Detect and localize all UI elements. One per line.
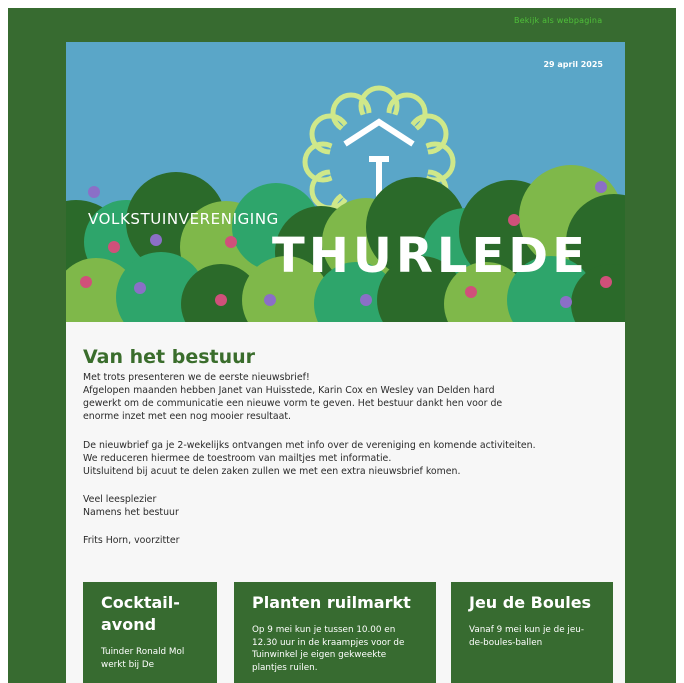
activity-card-boules[interactable]: Jeu de Boules Vanaf 9 mei kun je de jeu-…	[451, 582, 613, 683]
activity-cards: Cocktail-avond Tuinder Ronald Mol werkt …	[83, 582, 613, 683]
section-title: Van het bestuur	[83, 346, 256, 368]
intro-line-8: Veel leesplezier	[83, 494, 157, 505]
activity-card-plants[interactable]: Planten ruilmarkt Op 9 mei kun je tussen…	[234, 582, 436, 683]
newsletter-frame: Bekijk als webpagina 29 april 2025 VOLKS…	[8, 8, 676, 683]
hero-banner: 29 april 2025 VOLKSTUINVERENIGING THURLE…	[66, 42, 625, 322]
activity-card-title: Cocktail-avond	[101, 593, 180, 634]
intro-line-10: Frits Horn, voorzitter	[83, 535, 180, 546]
content-panel: Van het bestuur Met trots presenteren we…	[66, 322, 625, 683]
intro-line-2: Afgelopen maanden hebben Janet van Huiss…	[83, 385, 495, 396]
activity-card-text: Vanaf 9 mei kun je de jeu-de-boules-ball…	[469, 625, 585, 648]
intro-line-9: Namens het bestuur	[83, 507, 179, 518]
intro-line-7: Uitsluitend bij acuut te delen zaken zul…	[83, 466, 461, 477]
brand-title: THURLEDE	[272, 228, 589, 284]
activity-card-text: Op 9 mei kun je tussen 10.00 en 12.30 uu…	[252, 625, 405, 673]
activity-card-title: Jeu de Boules	[469, 593, 592, 612]
intro-line-4: enorme inzet met een nog mooier resultaa…	[83, 411, 292, 422]
intro-line-3: gewerkt om de communicatie een nieuwe vo…	[83, 398, 503, 409]
intro-line-5: De nieuwbrief ga je 2-wekelijks ontvange…	[83, 440, 536, 451]
activity-card-cocktail[interactable]: Cocktail-avond Tuinder Ronald Mol werkt …	[83, 582, 217, 683]
activity-card-title: Planten ruilmarkt	[252, 593, 411, 612]
view-as-webpage-link[interactable]: Bekijk als webpagina	[514, 16, 602, 25]
issue-date: 29 april 2025	[543, 60, 603, 69]
intro-line-1: Met trots presenteren we de eerste nieuw…	[83, 372, 310, 383]
activity-card-text: Tuinder Ronald Mol werkt bij De	[101, 647, 185, 670]
brand-subtitle: VOLKSTUINVERENIGING	[88, 210, 279, 228]
intro-line-6: We reduceren hiermee de toestroom van ma…	[83, 453, 392, 464]
